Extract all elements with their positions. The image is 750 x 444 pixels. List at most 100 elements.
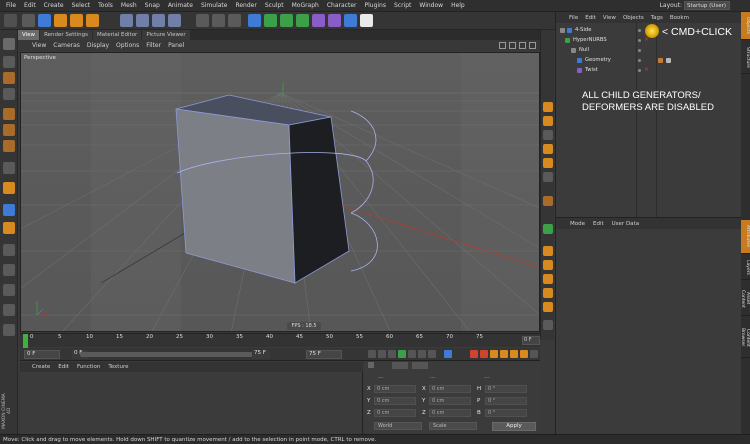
weld-icon[interactable] xyxy=(543,158,553,168)
rotation-b-field[interactable]: 0 ° xyxy=(485,409,527,417)
perspective-viewport[interactable]: Perspective FPS : 18.5 xyxy=(20,52,540,332)
mat-menu-edit[interactable]: Edit xyxy=(58,364,69,370)
slide-icon[interactable] xyxy=(543,260,553,270)
snap-icon[interactable] xyxy=(3,204,15,216)
coordinate-system-icon[interactable] xyxy=(168,14,181,27)
menu-sculpt[interactable]: Sculpt xyxy=(265,2,284,9)
visibility-dot[interactable] xyxy=(638,69,641,72)
y-axis-lock-icon[interactable] xyxy=(136,14,149,27)
menu-edit[interactable]: Edit xyxy=(24,2,36,9)
coords-toggle-icon[interactable] xyxy=(392,362,408,369)
rotation-p-field[interactable]: 0 ° xyxy=(485,397,527,405)
timeline-ruler[interactable]: 0 5 10 15 20 25 30 35 40 45 50 55 60 65 … xyxy=(20,333,540,348)
environment-icon[interactable] xyxy=(328,14,341,27)
orbit-icon[interactable] xyxy=(519,42,526,49)
playhead[interactable] xyxy=(23,334,28,348)
tab-asset-content[interactable]: Asset Content xyxy=(740,282,750,316)
menu-mograph[interactable]: MoGraph xyxy=(292,2,319,9)
texture-tag-icon[interactable] xyxy=(658,58,663,63)
axis-mode-icon[interactable] xyxy=(3,162,15,174)
layout-select[interactable]: Startup (User) xyxy=(684,1,730,10)
menu-create[interactable]: Create xyxy=(44,2,64,9)
maximize-icon[interactable] xyxy=(529,42,536,49)
mat-menu-create[interactable]: Create xyxy=(32,364,50,370)
mirror-icon[interactable] xyxy=(543,246,553,256)
planar-workplane-icon[interactable] xyxy=(3,244,15,256)
key-selection-icon[interactable] xyxy=(490,350,498,358)
extrude-icon[interactable] xyxy=(543,102,553,112)
position-x-field[interactable]: 0 cm xyxy=(374,385,416,393)
viewport-menu-cameras[interactable]: Cameras xyxy=(53,42,80,49)
scale-key-icon[interactable] xyxy=(510,350,518,358)
magnet-icon[interactable] xyxy=(543,172,553,182)
menu-help[interactable]: Help xyxy=(451,2,465,9)
menu-window[interactable]: Window xyxy=(419,2,443,9)
points-mode-icon[interactable] xyxy=(3,108,15,120)
go-to-start-icon[interactable] xyxy=(368,350,376,358)
tab-picture-viewer[interactable]: Picture Viewer xyxy=(142,30,190,40)
record-icon[interactable] xyxy=(470,350,478,358)
end-frame-field[interactable]: 75 F xyxy=(252,350,270,359)
coords-lock-icon[interactable] xyxy=(368,362,374,368)
live-selection-icon[interactable] xyxy=(22,14,35,27)
attr-menu-mode[interactable]: Mode xyxy=(570,221,585,227)
start-frame-field[interactable]: 0 F xyxy=(24,350,60,359)
cube-object-icon[interactable] xyxy=(248,14,261,27)
object-row-geometry[interactable]: Geometry xyxy=(556,56,742,65)
position-z-field[interactable]: 0 cm xyxy=(374,409,416,417)
coords-mode-icon[interactable] xyxy=(412,362,428,369)
bevel-icon[interactable] xyxy=(543,116,553,126)
rotate-tool-icon[interactable] xyxy=(70,14,83,27)
light-icon[interactable] xyxy=(360,14,373,27)
brush-icon[interactable] xyxy=(543,196,553,206)
visibility-dot[interactable] xyxy=(638,49,641,52)
smooth-shift-icon[interactable] xyxy=(543,288,553,298)
scale-tool-icon[interactable] xyxy=(54,14,67,27)
size-mode-select[interactable]: Scale xyxy=(429,422,477,430)
make-editable-icon[interactable] xyxy=(3,38,15,50)
render-settings-icon[interactable] xyxy=(228,14,241,27)
obj-menu-file[interactable]: File xyxy=(569,15,578,21)
zoom-icon[interactable] xyxy=(509,42,516,49)
tab-material-editor[interactable]: Material Editor xyxy=(92,30,142,40)
edges-mode-icon[interactable] xyxy=(3,124,15,136)
visibility-dot[interactable] xyxy=(638,39,641,42)
size-y-field[interactable]: 0 cm xyxy=(429,397,471,405)
obj-menu-objects[interactable]: Objects xyxy=(623,15,644,21)
play-icon[interactable] xyxy=(398,350,406,358)
coordinate-space-select[interactable]: World xyxy=(374,422,422,430)
layer-icon[interactable] xyxy=(3,324,15,336)
menu-animate[interactable]: Animate xyxy=(168,2,193,9)
menu-simulate[interactable]: Simulate xyxy=(201,2,228,9)
autokey-icon[interactable] xyxy=(480,350,488,358)
tab-content-browser[interactable]: Content Browser xyxy=(740,318,750,358)
position-y-field[interactable]: 0 cm xyxy=(374,397,416,405)
z-axis-lock-icon[interactable] xyxy=(152,14,165,27)
expand-icon[interactable] xyxy=(560,28,565,33)
size-z-field[interactable]: 0 cm xyxy=(429,409,471,417)
tweak-mode-icon[interactable] xyxy=(3,182,15,194)
pan-icon[interactable] xyxy=(499,42,506,49)
obj-menu-view[interactable]: View xyxy=(603,15,616,21)
phong-tag-icon[interactable] xyxy=(666,58,671,63)
render-view-icon[interactable] xyxy=(196,14,209,27)
viewport-menu-filter[interactable]: Filter xyxy=(146,42,161,49)
obj-menu-tags[interactable]: Tags xyxy=(651,15,663,21)
loop-icon[interactable] xyxy=(444,350,452,358)
object-row-twist[interactable]: Twist × xyxy=(556,66,742,75)
array-icon[interactable] xyxy=(296,14,309,27)
solo-hierarchy-icon[interactable] xyxy=(3,304,15,316)
obj-menu-edit[interactable]: Edit xyxy=(585,15,596,21)
camera-icon[interactable] xyxy=(344,14,357,27)
previous-key-icon[interactable] xyxy=(378,350,386,358)
stitch-icon[interactable] xyxy=(543,302,553,312)
solo-icon[interactable] xyxy=(3,264,15,276)
menu-mesh[interactable]: Mesh xyxy=(121,2,137,9)
spline-icon[interactable] xyxy=(264,14,277,27)
x-axis-lock-icon[interactable] xyxy=(120,14,133,27)
next-frame-icon[interactable] xyxy=(408,350,416,358)
tab-view[interactable]: View xyxy=(18,30,40,40)
tab-objects[interactable]: Objects xyxy=(741,12,750,40)
visibility-dot[interactable] xyxy=(638,59,641,62)
menu-select[interactable]: Select xyxy=(72,2,91,9)
